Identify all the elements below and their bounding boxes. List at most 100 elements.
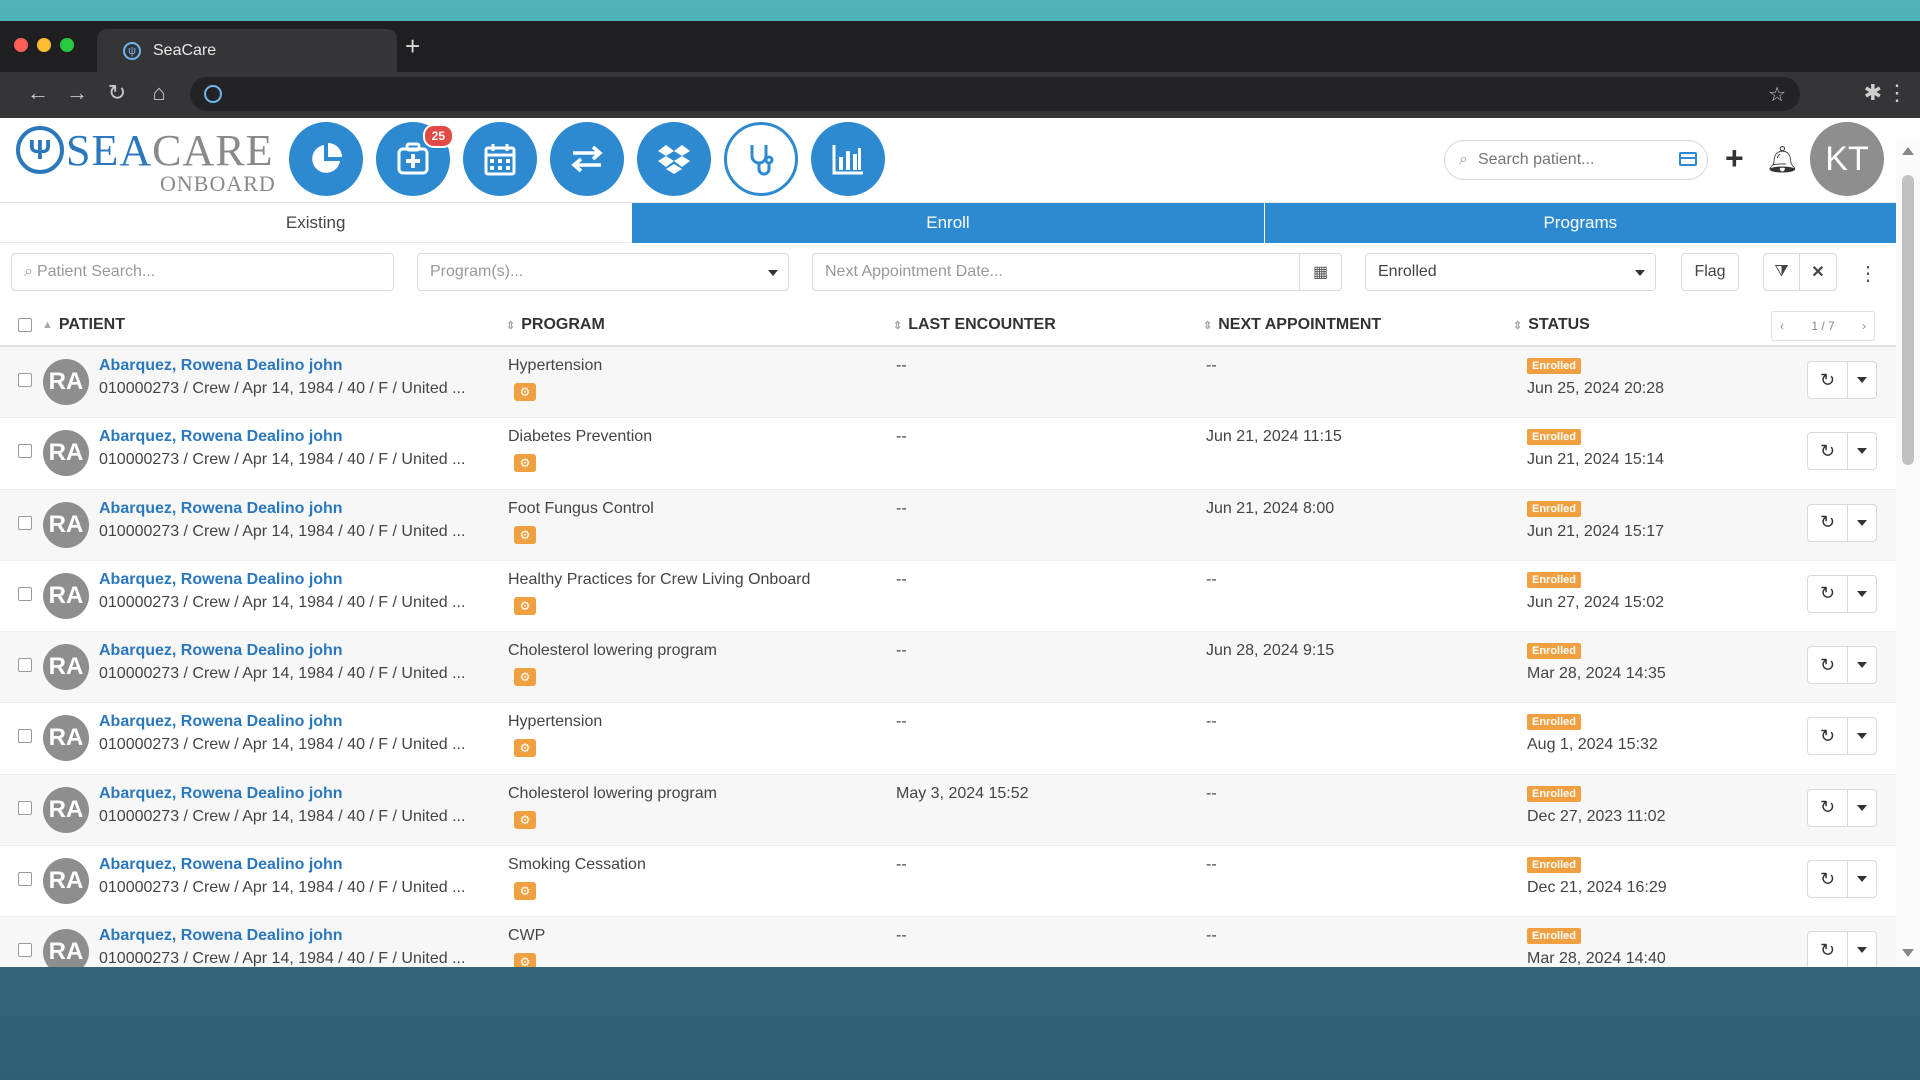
row-checkbox[interactable]	[18, 586, 32, 601]
add-icon[interactable]: +	[1725, 140, 1744, 177]
patient-search-field[interactable]: ⌕ Patient Search...	[11, 253, 394, 291]
reports-button[interactable]	[811, 122, 885, 196]
patient-name-link[interactable]: Abarquez, Rowena Dealino john	[99, 713, 343, 731]
table-row[interactable]: RA Abarquez, Rowena Dealino john 010000273…	[0, 561, 1896, 633]
row-actions-dropdown[interactable]	[1848, 576, 1876, 612]
column-patient[interactable]: ▲ PATIENT	[42, 316, 125, 334]
calendar-button[interactable]	[463, 122, 537, 196]
scroll-down-icon[interactable]	[1902, 949, 1914, 957]
reload-icon[interactable]: ↻	[103, 80, 131, 106]
row-actions-dropdown[interactable]	[1848, 790, 1876, 826]
row-actions-dropdown[interactable]	[1848, 362, 1876, 398]
seacare-logo[interactable]: Ψ SEACARE ONBOARD	[16, 126, 276, 198]
refresh-icon[interactable]: ↻	[1808, 575, 1848, 612]
program-settings-icon[interactable]: ⚙	[514, 525, 536, 544]
table-row[interactable]: RA Abarquez, Rowena Dealino john 010000273…	[0, 703, 1896, 775]
status-select[interactable]: Enrolled	[1365, 253, 1656, 291]
patient-name-link[interactable]: Abarquez, Rowena Dealino john	[99, 785, 343, 803]
refresh-icon[interactable]: ↻	[1808, 789, 1848, 826]
row-actions-dropdown[interactable]	[1848, 861, 1876, 897]
column-last-encounter[interactable]: ⇕ LAST ENCOUNTER	[893, 316, 1056, 334]
minimize-window-button[interactable]	[37, 38, 51, 52]
refresh-icon[interactable]: ↻	[1808, 362, 1848, 398]
calendar-icon[interactable]: ▦	[1299, 254, 1341, 290]
new-tab-button[interactable]: +	[405, 31, 420, 61]
prev-page-icon[interactable]: ‹	[1780, 319, 1784, 333]
vertical-scrollbar[interactable]	[1896, 139, 1920, 967]
scroll-up-icon[interactable]	[1902, 147, 1914, 155]
column-status[interactable]: ⇕ STATUS	[1513, 316, 1590, 334]
program-settings-icon[interactable]: ⚙	[514, 596, 536, 615]
table-row[interactable]: RA Abarquez, Rowena Dealino john 010000273…	[0, 917, 1896, 967]
maximize-window-button[interactable]	[60, 38, 74, 52]
refresh-icon[interactable]: ↻	[1808, 504, 1848, 541]
refresh-icon[interactable]: ↻	[1808, 932, 1848, 967]
refresh-icon[interactable]: ↻	[1808, 718, 1848, 755]
clear-filter-icon[interactable]: ✕	[1800, 262, 1836, 282]
row-checkbox[interactable]	[18, 373, 32, 387]
patient-name-link[interactable]: Abarquez, Rowena Dealino john	[99, 927, 343, 945]
program-settings-icon[interactable]: ⚙	[514, 953, 536, 967]
program-settings-icon[interactable]: ⚙	[514, 739, 536, 758]
row-actions-dropdown[interactable]	[1848, 433, 1876, 469]
row-checkbox[interactable]	[18, 943, 32, 958]
dropbox-button[interactable]	[637, 122, 711, 196]
row-actions-dropdown[interactable]	[1848, 647, 1876, 683]
program-settings-icon[interactable]: ⚙	[514, 810, 536, 829]
row-actions-dropdown[interactable]	[1848, 505, 1876, 541]
browser-menu-icon[interactable]: ⋮	[1886, 80, 1908, 106]
table-row[interactable]: RA Abarquez, Rowena Dealino john 010000273…	[0, 347, 1896, 419]
patient-search-box[interactable]: ⌕	[1444, 140, 1708, 180]
column-next-appointment[interactable]: ⇕ NEXT APPOINTMENT	[1203, 316, 1381, 334]
table-row[interactable]: RA Abarquez, Rowena Dealino john 010000273…	[0, 418, 1896, 490]
program-settings-icon[interactable]: ⚙	[514, 668, 536, 687]
patient-name-link[interactable]: Abarquez, Rowena Dealino john	[99, 571, 343, 589]
patient-name-link[interactable]: Abarquez, Rowena Dealino john	[99, 856, 343, 874]
bookmark-star-icon[interactable]: ☆	[1768, 82, 1786, 107]
bell-icon[interactable]: 🔔︎	[1766, 144, 1799, 175]
program-settings-icon[interactable]: ⚙	[514, 454, 536, 473]
tab-programs[interactable]: Programs	[1263, 203, 1896, 243]
filter-funnel-icon[interactable]: ⧩	[1764, 254, 1800, 290]
refresh-icon[interactable]: ↻	[1808, 433, 1848, 470]
table-row[interactable]: RA Abarquez, Rowena Dealino john 010000273…	[0, 632, 1896, 704]
scrollbar-thumb[interactable]	[1902, 175, 1914, 465]
browser-tab[interactable]: ψ SeaCare	[97, 29, 397, 72]
refresh-icon[interactable]: ↻	[1808, 647, 1848, 684]
program-settings-icon[interactable]: ⚙	[514, 882, 536, 901]
row-checkbox[interactable]	[18, 872, 32, 887]
more-options-icon[interactable]: ⋮	[1858, 261, 1878, 286]
patient-name-link[interactable]: Abarquez, Rowena Dealino john	[99, 500, 343, 518]
refresh-icon[interactable]: ↻	[1808, 861, 1848, 898]
tab-enroll[interactable]: Enroll	[631, 203, 1264, 243]
back-arrow-icon[interactable]: ←	[24, 80, 52, 106]
table-row[interactable]: RA Abarquez, Rowena Dealino john 010000273…	[0, 774, 1896, 847]
row-actions-dropdown[interactable]	[1848, 932, 1876, 967]
add-medical-button[interactable]: 25	[376, 122, 454, 196]
tab-existing[interactable]: Existing	[0, 203, 632, 243]
address-bar[interactable]: ☆	[190, 77, 1800, 111]
patient-name-link[interactable]: Abarquez, Rowena Dealino john	[99, 428, 343, 446]
table-row[interactable]: RA Abarquez, Rowena Dealino john 010000273…	[0, 489, 1896, 561]
user-avatar[interactable]: KT	[1810, 122, 1884, 196]
row-actions-dropdown[interactable]	[1848, 718, 1876, 754]
row-checkbox[interactable]	[18, 515, 32, 530]
id-card-icon[interactable]	[1679, 152, 1697, 166]
row-checkbox[interactable]	[18, 444, 32, 459]
row-checkbox[interactable]	[18, 729, 32, 744]
column-program[interactable]: ⇕ PROGRAM	[506, 316, 605, 334]
stethoscope-button[interactable]	[724, 122, 798, 196]
forward-arrow-icon[interactable]: →	[63, 80, 91, 106]
dashboard-button[interactable]	[289, 122, 363, 196]
programs-select[interactable]: Program(s)...	[417, 253, 789, 291]
patient-name-link[interactable]: Abarquez, Rowena Dealino john	[99, 642, 343, 660]
next-appointment-date-field[interactable]: Next Appointment Date... ▦	[812, 253, 1342, 291]
extensions-puzzle-icon[interactable]: ✱	[1864, 80, 1882, 106]
search-patient-input[interactable]	[1477, 151, 1668, 169]
close-window-button[interactable]	[14, 38, 28, 52]
program-settings-icon[interactable]: ⚙	[514, 383, 536, 401]
patient-name-link[interactable]: Abarquez, Rowena Dealino john	[99, 357, 343, 375]
transfer-button[interactable]	[550, 122, 624, 196]
flag-button[interactable]: Flag	[1681, 253, 1739, 291]
select-all-checkbox[interactable]	[18, 318, 32, 332]
